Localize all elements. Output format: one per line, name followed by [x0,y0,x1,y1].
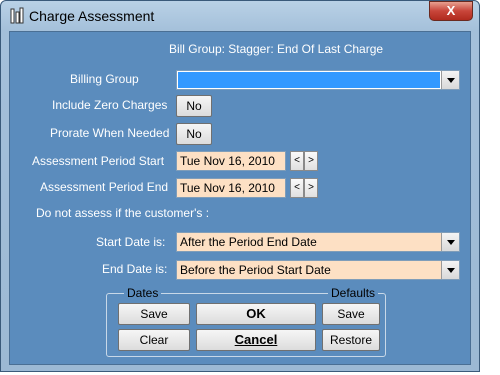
close-button[interactable]: X [429,1,473,21]
end-date-is-label: End Date is: [102,262,168,276]
start-date-condition-value: After the Period End Date [180,235,317,249]
app-icon [10,7,24,24]
prorate-toggle[interactable]: No [176,123,212,145]
billing-group-value [178,72,440,88]
prorate-label: Prorate When Needed [50,126,170,140]
title-bar: Charge Assessment X [1,1,479,31]
cancel-button[interactable]: Cancel [196,329,316,351]
window-title: Charge Assessment [29,8,155,24]
start-date-is-label: Start Date is: [96,235,166,249]
period-end-next-button[interactable]: > [304,178,318,198]
period-end-label: Assessment Period End [40,180,169,194]
start-date-condition-dropdown[interactable]: After the Period End Date [176,232,460,252]
chevron-down-icon[interactable] [441,233,459,251]
include-zero-charges-toggle[interactable]: No [176,95,212,117]
bill-group-info: Bill Group: Stagger: End Of Last Charge [168,42,384,56]
billing-group-label: Billing Group [70,72,139,86]
ok-button[interactable]: OK [196,303,316,325]
period-end-field[interactable]: Tue Nov 16, 2010 [176,178,286,198]
period-end-prev-button[interactable]: < [290,178,304,198]
close-icon: X [446,3,456,18]
billing-group-dropdown[interactable] [176,70,460,90]
charge-assessment-window: Charge Assessment X Bill Group: Stagger:… [0,0,480,372]
end-date-condition-dropdown[interactable]: Before the Period Start Date [176,260,460,280]
period-start-prev-button[interactable]: < [290,151,304,171]
period-start-label: Assessment Period Start [32,154,165,168]
chevron-down-icon[interactable] [441,261,459,279]
dates-legend: Dates [124,286,162,300]
period-start-next-button[interactable]: > [304,151,318,171]
defaults-save-button[interactable]: Save [322,303,380,325]
dates-clear-button[interactable]: Clear [118,329,190,351]
defaults-legend: Defaults [328,286,379,300]
include-zero-charges-label: Include Zero Charges [52,98,168,112]
chevron-down-icon[interactable] [441,71,459,89]
form-panel: Bill Group: Stagger: End Of Last Charge … [9,31,471,365]
do-not-assess-label: Do not assess if the customer's : [36,206,210,220]
end-date-condition-value: Before the Period Start Date [180,263,331,277]
defaults-restore-button[interactable]: Restore [322,329,380,351]
period-start-field[interactable]: Tue Nov 16, 2010 [176,151,286,171]
dates-save-button[interactable]: Save [118,303,190,325]
